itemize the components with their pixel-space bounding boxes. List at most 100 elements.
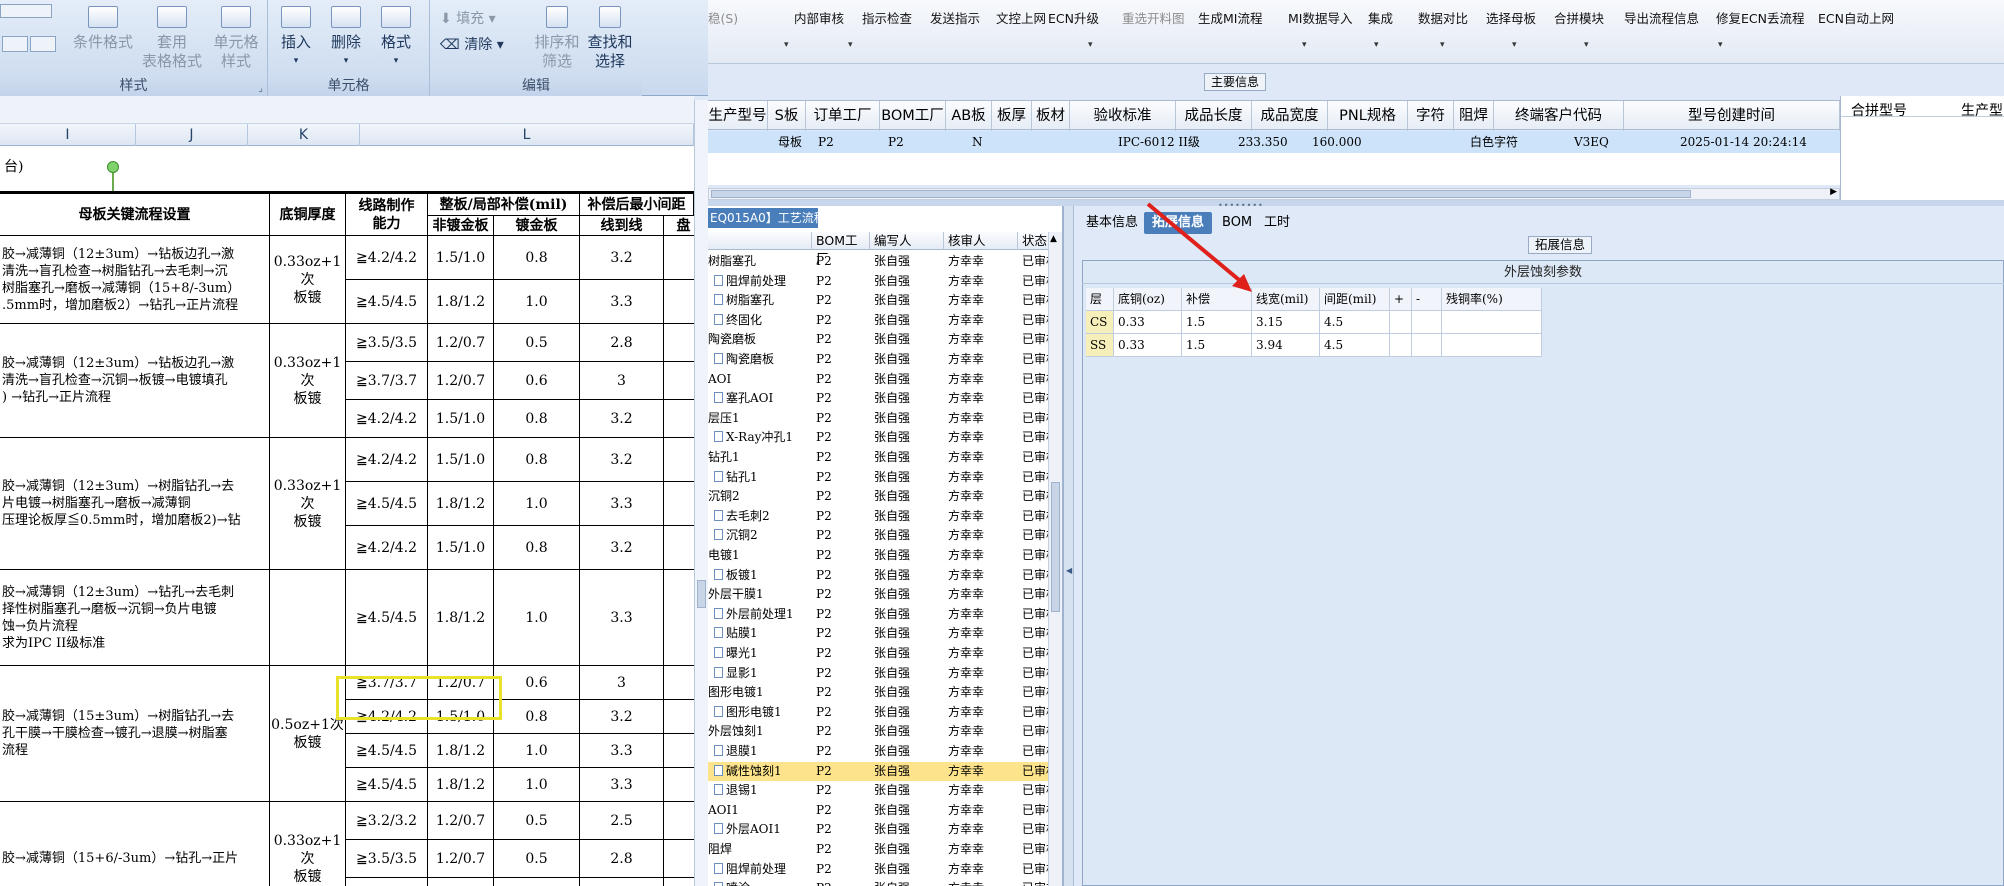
toolbar-button[interactable]: 数据对比 bbox=[1418, 8, 1468, 27]
find-select-button[interactable]: 查找和 选择 bbox=[584, 6, 636, 71]
etch-col-header[interactable]: + bbox=[1390, 288, 1412, 311]
etch-layer-cell[interactable]: CS bbox=[1086, 311, 1114, 334]
insert-button[interactable]: 插入 ▾ bbox=[274, 6, 318, 71]
scroll-thumb[interactable] bbox=[711, 190, 1691, 198]
tree-row[interactable]: 阻焊前处理 P2 张自强 方幸幸 已审核 bbox=[708, 860, 1048, 879]
tree-row[interactable]: AOI1 P2 张自强 方幸幸 已审核 bbox=[708, 801, 1048, 820]
dialog-launcher-icon[interactable]: ⌟ bbox=[258, 83, 263, 94]
grid-col-header[interactable]: 板厚 bbox=[992, 101, 1032, 131]
etch-value-cell[interactable]: 0.33 bbox=[1114, 311, 1182, 334]
decimal-increase-icon[interactable] bbox=[2, 36, 28, 52]
tree-row[interactable]: 钻孔1 P2 张自强 方幸幸 已审核 bbox=[708, 448, 1048, 467]
grid-col-header[interactable]: AB板 bbox=[946, 101, 992, 131]
scroll-right-icon[interactable]: ▶ bbox=[1830, 187, 1837, 197]
grid-col-header[interactable]: 型号创建时间 bbox=[1624, 101, 1840, 131]
format-button[interactable]: 格式 ▾ bbox=[374, 6, 418, 71]
tree-row[interactable]: 树脂塞孔 P2 张自强 方幸幸 已审核 bbox=[708, 291, 1048, 310]
column-header-K[interactable]: K bbox=[248, 124, 360, 146]
etch-value-cell[interactable]: 1.5 bbox=[1182, 311, 1252, 334]
tree-row[interactable]: 板镀1 P2 张自强 方幸幸 已审核 bbox=[708, 566, 1048, 585]
etch-col-header[interactable]: 残铜率(%) bbox=[1442, 288, 1542, 311]
etch-col-header[interactable]: 底铜(oz) bbox=[1114, 288, 1182, 311]
grid-col-header[interactable]: 终端客户代码 bbox=[1494, 101, 1624, 131]
toolbar-button[interactable]: ECN自动上网 bbox=[1818, 8, 1894, 27]
cell-styles-button[interactable]: 单元格 样式 bbox=[206, 6, 266, 71]
conditional-format-button[interactable]: 条件格式 bbox=[66, 6, 140, 52]
toolbar-button[interactable]: 重选开料图 bbox=[1122, 8, 1185, 27]
vertical-splitter[interactable]: ◀ bbox=[1064, 206, 1074, 886]
tree-row[interactable]: 阻焊 P2 张自强 方幸幸 已审核 bbox=[708, 840, 1048, 859]
etch-value-cell[interactable]: 1.5 bbox=[1182, 334, 1252, 357]
spreadsheet-grid[interactable]: 台) 母板关键流程设置 底铜厚度 线路制作 能力 整板/局部补偿(mil) 非镀金板 镀金… bbox=[0, 146, 694, 886]
toolbar-button[interactable]: 稳(S) bbox=[708, 8, 738, 27]
toolbar-button[interactable]: 修复ECN丢流程 bbox=[1716, 8, 1804, 27]
toolbar-button[interactable]: 集成 bbox=[1368, 8, 1393, 27]
sheet-vertical-scrollbar[interactable] bbox=[694, 100, 708, 886]
etch-layer-cell[interactable]: SS bbox=[1086, 334, 1114, 357]
tree-row[interactable]: 树脂塞孔 P2 张自强 方幸幸 已审核 bbox=[708, 252, 1048, 271]
tree-row[interactable]: 外层蚀刻1 P2 张自强 方幸幸 已审核 bbox=[708, 722, 1048, 741]
toolbar-button[interactable]: 选择母板 bbox=[1486, 8, 1536, 27]
etch-value-cell[interactable] bbox=[1412, 334, 1442, 357]
sort-filter-button[interactable]: 排序和 筛选 bbox=[532, 6, 582, 71]
detail-tab[interactable]: BOM bbox=[1214, 212, 1260, 234]
dropdown-arrow-icon[interactable]: ▾ bbox=[784, 40, 789, 50]
format-as-table-button[interactable]: 套用 表格格式 bbox=[138, 6, 206, 71]
grid-col-header[interactable]: S板 bbox=[768, 101, 806, 131]
tree-row[interactable]: 贴膜1 P2 张自强 方幸幸 已审核 bbox=[708, 624, 1048, 643]
toolbar-button[interactable]: 指示检查 bbox=[862, 8, 912, 27]
decimal-decrease-icon[interactable] bbox=[30, 36, 56, 52]
etch-col-header[interactable]: 线宽(mil) bbox=[1252, 288, 1320, 311]
etch-value-cell[interactable] bbox=[1412, 311, 1442, 334]
tree-row[interactable]: 去毛刺2 P2 张自强 方幸幸 已审核 bbox=[708, 507, 1048, 526]
dropdown-arrow-icon[interactable]: ▾ bbox=[1512, 40, 1517, 50]
detail-tab[interactable]: 基本信息 bbox=[1078, 212, 1146, 234]
toolbar-button[interactable]: 内部审核 bbox=[794, 8, 844, 27]
etch-value-cell[interactable] bbox=[1442, 334, 1542, 357]
grid-col-header[interactable]: 成品长度 bbox=[1176, 101, 1252, 131]
tree-col-writer[interactable]: 编写人 bbox=[870, 232, 944, 250]
etch-value-cell[interactable]: 0.33 bbox=[1114, 334, 1182, 357]
toolbar-button[interactable]: ECN升级 bbox=[1048, 8, 1099, 27]
tree-vertical-scrollbar[interactable]: ▲ bbox=[1048, 232, 1062, 886]
toolbar-button[interactable]: 合拼模块 bbox=[1554, 8, 1604, 27]
dropdown-arrow-icon[interactable]: ▾ bbox=[1088, 40, 1093, 50]
tree-row[interactable]: 沉铜2 P2 张自强 方幸幸 已审核 bbox=[708, 526, 1048, 545]
grid-col-header[interactable]: 字符 bbox=[1408, 101, 1454, 131]
tree-row[interactable]: 图形电镀1 P2 张自强 方幸幸 已审核 bbox=[708, 703, 1048, 722]
toolbar-button[interactable]: 导出流程信息 bbox=[1624, 8, 1699, 27]
etch-value-cell[interactable]: 4.5 bbox=[1320, 311, 1390, 334]
tree-row[interactable]: 电镀1 P2 张自强 方幸幸 已审核 bbox=[708, 546, 1048, 565]
tree-row[interactable]: 塞孔AOI P2 张自强 方幸幸 已审核 bbox=[708, 389, 1048, 408]
toolbar-button[interactable]: 发送指示 bbox=[930, 8, 980, 27]
tree-row[interactable]: 终固化 P2 张自强 方幸幸 已审核 bbox=[708, 311, 1048, 330]
grid-col-header[interactable]: 订单工厂 bbox=[806, 101, 880, 131]
grid-col-header[interactable]: 板材 bbox=[1032, 101, 1070, 131]
tree-row[interactable]: 显影1 P2 张自强 方幸幸 已审核 bbox=[708, 664, 1048, 683]
tree-col-bom[interactable]: BOM工厂 bbox=[812, 232, 870, 266]
tree-row[interactable]: 曝光1 P2 张自强 方幸幸 已审核 bbox=[708, 644, 1048, 663]
etch-value-cell[interactable] bbox=[1390, 311, 1412, 334]
toolbar-button[interactable]: 文控上网 bbox=[996, 8, 1046, 27]
tree-row[interactable]: 钻孔1 P2 张自强 方幸幸 已审核 bbox=[708, 468, 1048, 487]
fill-button[interactable]: ⬇ 填充 ▾ bbox=[440, 10, 496, 28]
tree-row[interactable]: 喷涂 P2 张自强 方幸幸 已审核 bbox=[708, 879, 1048, 886]
tree-col-reviewer[interactable]: 核审人 bbox=[944, 232, 1018, 250]
grid-col-header[interactable]: 生产型号 bbox=[708, 101, 768, 131]
tree-row[interactable]: 层压1 P2 张自强 方幸幸 已审核 bbox=[708, 409, 1048, 428]
dropdown-arrow-icon[interactable]: ▾ bbox=[1718, 40, 1723, 50]
tree-row[interactable]: 外层干膜1 P2 张自强 方幸幸 已审核 bbox=[708, 585, 1048, 604]
tree-row[interactable]: 图形电镀1 P2 张自强 方幸幸 已审核 bbox=[708, 683, 1048, 702]
dropdown-arrow-icon[interactable]: ▾ bbox=[848, 40, 853, 50]
etch-value-cell[interactable]: 3.15 bbox=[1252, 311, 1320, 334]
grid-col-header[interactable]: 阻焊 bbox=[1454, 101, 1494, 131]
tree-row[interactable]: 退膜1 P2 张自强 方幸幸 已审核 bbox=[708, 742, 1048, 761]
tree-row[interactable]: 外层前处理1 P2 张自强 方幸幸 已审核 bbox=[708, 605, 1048, 624]
tree-row[interactable]: X-Ray冲孔1 P2 张自强 方幸幸 已审核 bbox=[708, 428, 1048, 447]
etch-col-header[interactable]: 补偿 bbox=[1182, 288, 1252, 311]
tree-row[interactable]: 阻焊前处理 P2 张自强 方幸幸 已审核 bbox=[708, 272, 1048, 291]
clear-button[interactable]: ⌫ 清除 ▾ bbox=[440, 36, 504, 54]
scroll-thumb[interactable] bbox=[697, 580, 706, 608]
etch-value-cell[interactable] bbox=[1442, 311, 1542, 334]
main-grid-row[interactable]: 母板 P2 P2 N IPC-6012 II级 233.350 160.000 … bbox=[708, 131, 1840, 153]
